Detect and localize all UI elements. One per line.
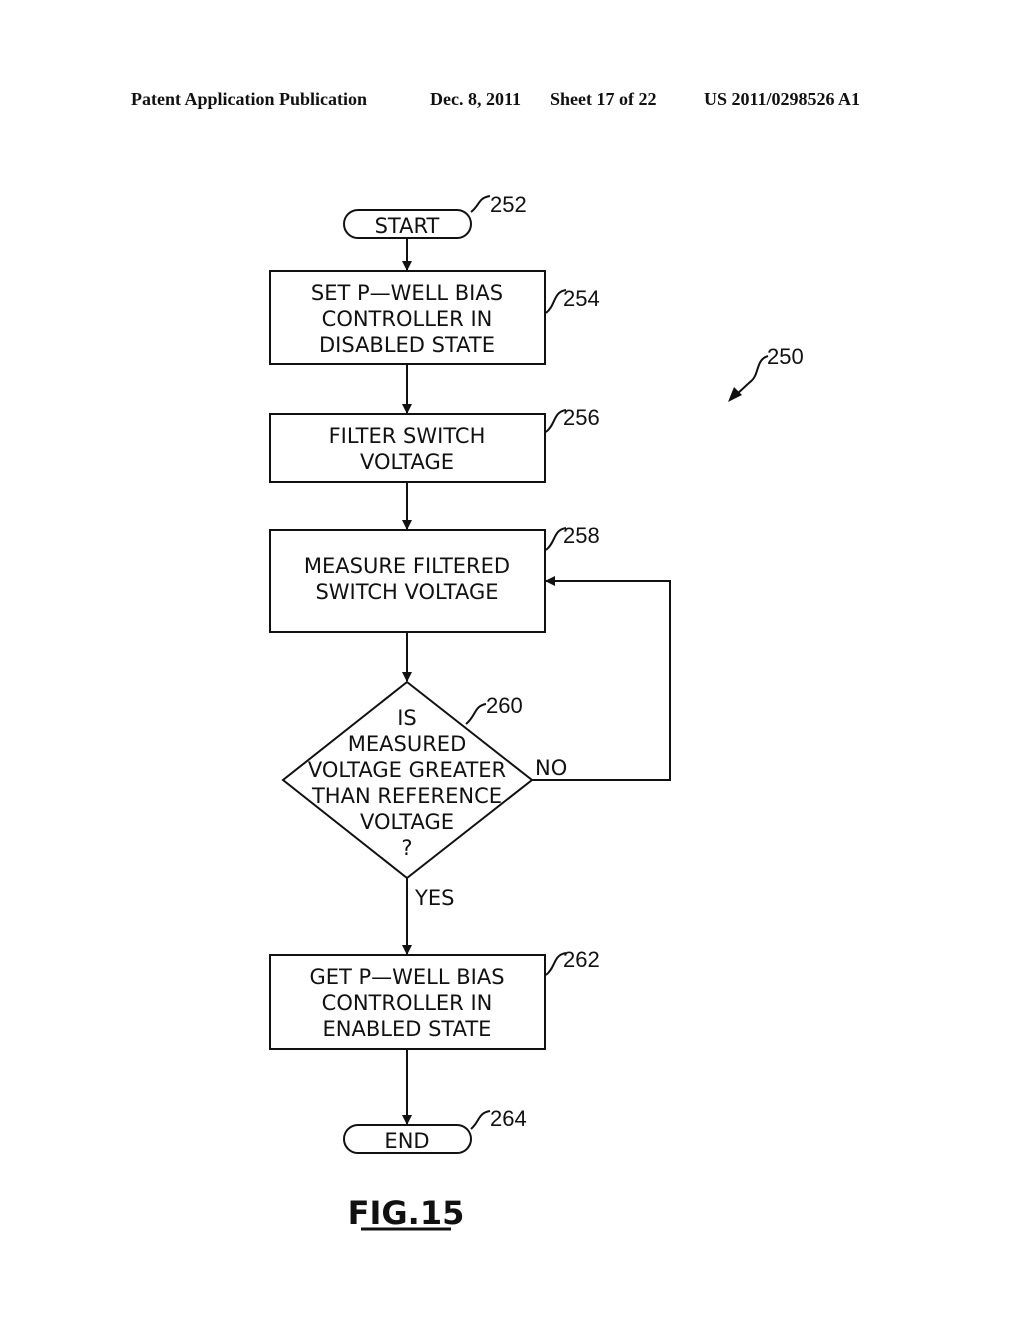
box-258-line-2: SWITCH VOLTAGE (315, 580, 498, 604)
box-258-line-1: MEASURE FILTERED (304, 554, 510, 578)
decision-line-2: MEASURED (348, 732, 466, 756)
ref-leader-250 (735, 355, 769, 396)
ref-leader-252 (470, 195, 491, 213)
decision-line-1: IS (397, 706, 417, 730)
box-254-line-3: DISABLED STATE (319, 333, 495, 357)
ref-250-arrowhead-icon (728, 387, 742, 402)
edge-label-yes: YES (414, 886, 454, 910)
decision-line-6: ? (401, 836, 412, 860)
decision-line-3: VOLTAGE GREATER (308, 758, 506, 782)
flowchart: START 252 SET P—WELL BIAS CONTROLLER IN … (269, 192, 804, 1232)
box-262-line-1: GET P—WELL BIAS (309, 965, 504, 989)
ref-258: 258 (563, 523, 600, 548)
box-256-line-1: FILTER SWITCH (329, 424, 486, 448)
end-label: END (384, 1129, 429, 1153)
ref-leader-260 (465, 703, 487, 725)
ref-260: 260 (486, 693, 523, 718)
ref-leader-264 (470, 1110, 491, 1130)
box-254-line-1: SET P—WELL BIAS (311, 281, 503, 305)
box-262-line-3: ENABLED STATE (323, 1017, 492, 1041)
box-262-line-2: CONTROLLER IN (322, 991, 493, 1015)
start-label: START (375, 214, 440, 238)
decision-line-4: THAN REFERENCE (311, 784, 502, 808)
ref-262: 262 (563, 947, 600, 972)
box-254-line-2: CONTROLLER IN (322, 307, 493, 331)
ref-250: 250 (767, 344, 804, 369)
ref-254: 254 (563, 286, 600, 311)
figure-label: FIG.15 (348, 1194, 465, 1232)
edge-label-no: NO (535, 756, 567, 780)
arrow-no-loop-to-258 (532, 576, 671, 781)
box-256-line-2: VOLTAGE (360, 450, 454, 474)
ref-256: 256 (563, 405, 600, 430)
ref-252: 252 (490, 192, 527, 217)
decision-line-5: VOLTAGE (360, 810, 454, 834)
ref-264: 264 (490, 1106, 527, 1131)
